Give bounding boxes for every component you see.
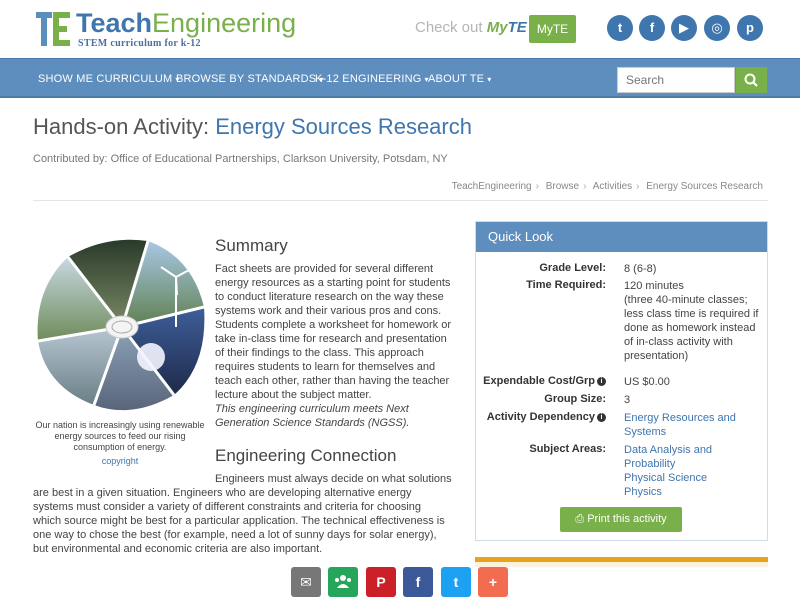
group-size-value: 3 bbox=[624, 394, 631, 406]
image-caption: Our nation is increasingly using renewab… bbox=[35, 420, 205, 452]
activity-dependency-link[interactable]: Energy Resources and Systems bbox=[624, 411, 744, 439]
classroom-share-icon[interactable] bbox=[328, 567, 358, 597]
check-out-myte: Check out MyTE bbox=[415, 19, 527, 36]
twitter-share-icon[interactable]: t bbox=[441, 567, 471, 597]
contributed-by: Contributed by: Office of Educational Pa… bbox=[33, 153, 448, 165]
chevron-down-icon: ▾ bbox=[487, 75, 492, 84]
page-title: Hands-on Activity: Energy Sources Resear… bbox=[33, 114, 472, 139]
search-icon bbox=[744, 73, 758, 87]
subject-link-data-analysis[interactable]: Data Analysis and Probability bbox=[624, 443, 734, 471]
instagram-icon[interactable]: ◎ bbox=[704, 15, 730, 41]
print-activity-button[interactable]: ⎙ Print this activity bbox=[560, 507, 682, 532]
teachengineering-logo-icon[interactable] bbox=[36, 12, 70, 46]
facebook-share-icon[interactable]: f bbox=[403, 567, 433, 597]
info-icon[interactable]: i bbox=[597, 413, 606, 422]
expendable-cost-value: US $0.00 bbox=[624, 376, 670, 388]
nav-browse-by-standards[interactable]: BROWSE BY STANDARDS ▾ bbox=[176, 73, 324, 85]
pinterest-share-icon[interactable]: P bbox=[366, 567, 396, 597]
email-share-icon[interactable]: ✉ bbox=[291, 567, 321, 597]
facebook-icon[interactable]: f bbox=[639, 15, 665, 41]
print-icon: ⎙ bbox=[575, 513, 588, 525]
twitter-icon[interactable]: t bbox=[607, 15, 633, 41]
subject-link-physical-science[interactable]: Physical Science bbox=[624, 471, 764, 485]
ngss-note: This engineering curriculum meets Next G… bbox=[215, 403, 410, 429]
pinterest-icon[interactable]: p bbox=[737, 15, 763, 41]
nav-k12-engineering[interactable]: K-12 ENGINEERING ▾ bbox=[315, 73, 429, 85]
breadcrumb-activities[interactable]: Activities bbox=[593, 181, 632, 192]
people-icon bbox=[335, 575, 351, 588]
logo-wordmark[interactable]: TeachEngineering bbox=[76, 8, 296, 39]
myte-logo-text[interactable]: MyTE bbox=[487, 19, 527, 36]
subject-link-physics[interactable]: Physics bbox=[624, 485, 764, 499]
breadcrumb-current: Energy Sources Research bbox=[646, 181, 763, 192]
more-share-icon[interactable]: + bbox=[478, 567, 508, 597]
summary-heading: Summary bbox=[215, 236, 288, 255]
summary-text: Fact sheets are provided for several dif… bbox=[215, 263, 452, 429]
youtube-icon[interactable]: ▶ bbox=[671, 15, 697, 41]
quick-look-heading: Quick Look bbox=[476, 222, 767, 252]
nav-show-me-curriculum[interactable]: SHOW ME CURRICULUM ▾ bbox=[38, 73, 180, 85]
info-icon[interactable]: i bbox=[597, 377, 606, 386]
subject-areas-label: Subject Areas: bbox=[529, 443, 606, 455]
breadcrumb-browse[interactable]: Browse bbox=[546, 181, 579, 192]
time-required-value: 120 minutes (three 40-minute classes; les… bbox=[624, 280, 759, 362]
expendable-cost-label: Expendable Cost/Grp i bbox=[483, 375, 606, 387]
time-required-label: Time Required: bbox=[526, 279, 606, 291]
site-header: TeachEngineering STEM curriculum for k-1… bbox=[0, 0, 800, 58]
search-input[interactable] bbox=[617, 67, 735, 93]
engineering-connection-heading: Engineering Connection bbox=[215, 446, 397, 465]
share-bar bbox=[0, 562, 800, 600]
myte-button[interactable]: MyTE bbox=[529, 15, 576, 43]
group-size-label: Group Size: bbox=[544, 393, 606, 405]
engineering-text-first: Engineers must always decide on what sol… bbox=[215, 473, 452, 485]
quick-look-panel: Quick Look Grade Level: 8 (6-8) Time Req… bbox=[475, 221, 768, 541]
chevron-right-icon: › bbox=[583, 181, 587, 192]
nav-about-te[interactable]: ABOUT TE ▾ bbox=[428, 73, 491, 85]
energy-sources-image[interactable] bbox=[36, 237, 208, 417]
engineering-text: are best in a given situation. Engineers… bbox=[33, 487, 445, 555]
page-root: TeachEngineering STEM curriculum for k-1… bbox=[0, 0, 800, 600]
grade-level-value: 8 (6-8) bbox=[624, 263, 657, 275]
chevron-right-icon: › bbox=[636, 181, 640, 192]
breadcrumb: TeachEngineering › Browse › Activities › En… bbox=[452, 181, 763, 192]
grade-level-label: Grade Level: bbox=[539, 262, 606, 274]
activity-dependency-label: Activity Dependency i bbox=[487, 411, 606, 423]
copyright-link[interactable]: copyright bbox=[30, 456, 210, 466]
search-button[interactable] bbox=[736, 67, 767, 93]
divider bbox=[33, 200, 768, 201]
logo-tagline: STEM curriculum for k-12 bbox=[78, 38, 201, 49]
time-required-note: (three 40-minute classes; less class tim… bbox=[624, 294, 759, 362]
chevron-right-icon: › bbox=[535, 181, 539, 192]
breadcrumb-home[interactable]: TeachEngineering bbox=[452, 181, 532, 192]
